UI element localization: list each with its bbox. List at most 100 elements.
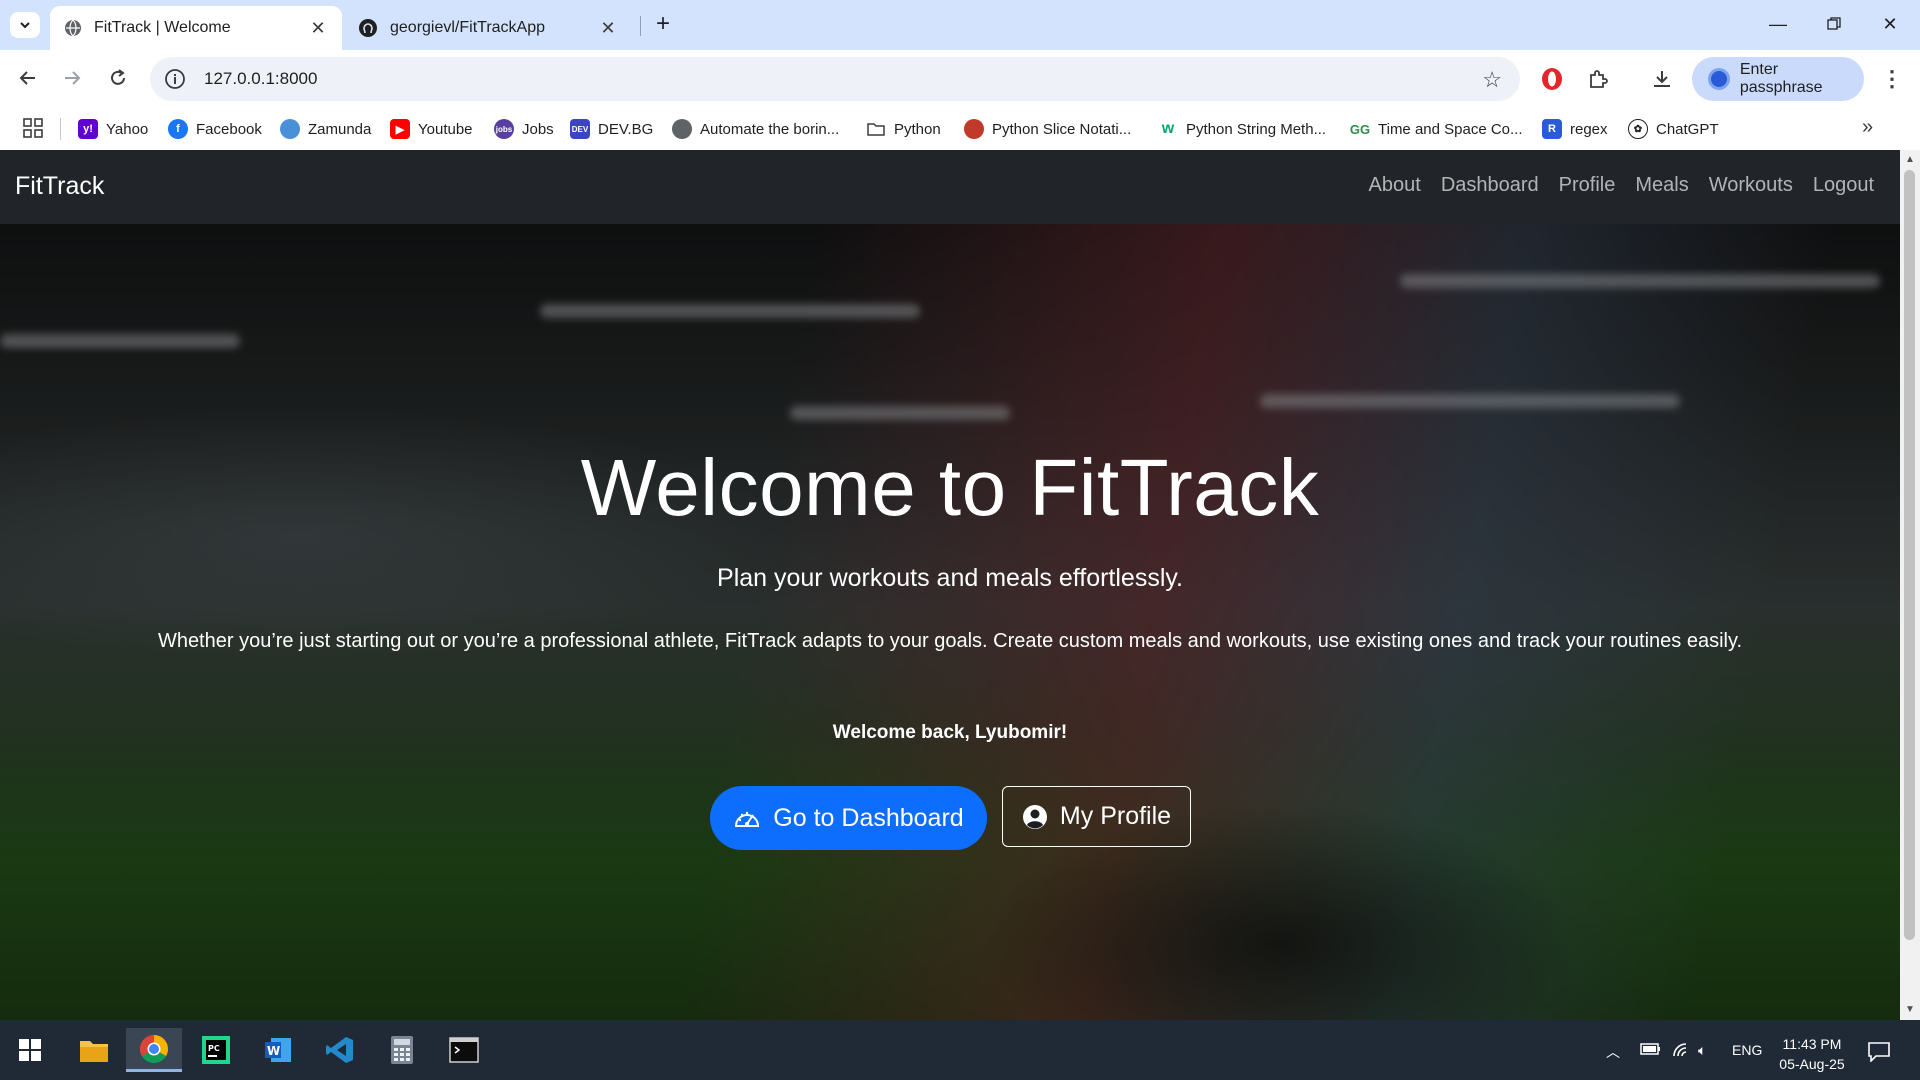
welcome-message: Welcome back, Lyubomir! — [832, 722, 1068, 743]
terminal-icon[interactable] — [436, 1028, 492, 1072]
passphrase-label: Enter passphrase — [1739, 61, 1823, 96]
chrome-icon[interactable] — [126, 1028, 182, 1072]
bookmark-devbg[interactable]: DEV DEV.BG — [570, 116, 653, 142]
word-icon[interactable]: W — [250, 1028, 306, 1072]
download-icon[interactable] — [1648, 65, 1676, 93]
bookmark-zamunda[interactable]: Zamunda — [280, 116, 371, 142]
battery-icon[interactable] — [1640, 1042, 1662, 1059]
bookmark-label: ChatGPT — [1656, 120, 1719, 138]
minimize-icon[interactable]: — — [1758, 10, 1798, 38]
show-hidden-icons-icon[interactable]: ︿ — [1606, 1042, 1620, 1062]
extensions-puzzle-icon[interactable] — [1584, 65, 1612, 93]
notifications-icon[interactable] — [1868, 1042, 1890, 1065]
new-tab-button[interactable]: + — [650, 12, 676, 38]
bookmark-label: regex — [1570, 120, 1608, 138]
language-indicator[interactable]: ENG — [1732, 1042, 1762, 1058]
facebook-icon: f — [168, 119, 188, 139]
slice-icon — [964, 119, 984, 139]
address-bar[interactable]: 127.0.0.1:8000 ☆ — [150, 57, 1520, 101]
bookmark-label: Python String Meth... — [1186, 120, 1327, 138]
globe-icon — [672, 119, 692, 139]
profile-icon — [1708, 68, 1730, 90]
tab-title: georgievl/FitTrackApp — [390, 19, 546, 36]
button-label: Go to Dashboard — [773, 803, 964, 832]
windows-taskbar: PC W ︿ 🔈︎ ENG 11:43 PM 05-Aug-25 — [0, 1020, 1920, 1080]
bookmark-python-slice[interactable]: Python Slice Notati... — [964, 116, 1131, 142]
nav-link-profile[interactable]: Profile — [1559, 174, 1616, 197]
clock-time: 11:43 PM — [1782, 1036, 1842, 1052]
my-profile-button[interactable]: My Profile — [1002, 786, 1191, 847]
restore-icon[interactable] — [1814, 10, 1854, 38]
bookmark-label: Yahoo — [106, 120, 149, 138]
svg-text:PC: PC — [208, 1044, 220, 1053]
tab-fittrack[interactable]: FitTrack | Welcome ✕ — [50, 6, 342, 50]
scroll-down-arrow-icon[interactable]: ▼ — [1905, 1004, 1915, 1015]
yahoo-icon: y! — [78, 119, 98, 139]
hero-title: Welcome to FitTrack — [580, 443, 1320, 532]
system-clock[interactable]: 11:43 PM 05-Aug-25 — [1766, 1034, 1858, 1074]
back-icon[interactable] — [12, 62, 44, 94]
hero-section: Welcome to FitTrack Plan your workouts a… — [0, 224, 1900, 1020]
youtube-icon: ▶ — [390, 119, 410, 139]
devbg-icon: DEV — [570, 119, 590, 139]
globe-icon — [65, 19, 81, 37]
browser-tab-strip: FitTrack | Welcome ✕ georgievl/FitTrackA… — [0, 0, 1920, 50]
bookmark-time-space[interactable]: GG Time and Space Co... — [1350, 116, 1523, 142]
apps-grid-icon[interactable] — [22, 117, 44, 139]
tab-title: FitTrack | Welcome — [94, 19, 231, 36]
nav-link-dashboard[interactable]: Dashboard — [1441, 174, 1539, 197]
scroll-up-arrow-icon[interactable]: ▲ — [1905, 154, 1915, 165]
browser-menu-icon[interactable]: ⋮ — [1880, 64, 1904, 94]
site-brand[interactable]: FitTrack — [15, 172, 104, 201]
close-icon[interactable]: ✕ — [308, 18, 328, 39]
bookmark-facebook[interactable]: f Facebook — [168, 116, 262, 142]
button-label: My Profile — [1059, 802, 1172, 830]
bookmark-chatgpt[interactable]: ✿ ChatGPT — [1628, 116, 1719, 142]
folder-icon — [867, 123, 885, 136]
site-navbar: FitTrack About Dashboard Profile Meals W… — [0, 150, 1900, 224]
volume-icon[interactable]: 🔈︎ — [1698, 1042, 1706, 1059]
profile-passphrase-button[interactable]: Enter passphrase — [1692, 57, 1864, 101]
hero-description: Whether you’re just starting out or you’… — [157, 630, 1743, 652]
hero-lead: Plan your workouts and meals effortlessl… — [717, 564, 1183, 592]
page-scrollbar[interactable]: ▲ ▼ — [1900, 150, 1920, 1020]
pycharm-icon[interactable]: PC — [188, 1028, 244, 1072]
page-viewport: FitTrack About Dashboard Profile Meals W… — [0, 150, 1900, 1020]
user-circle-icon — [1022, 804, 1048, 830]
nav-link-meals[interactable]: Meals — [1635, 174, 1688, 197]
bookmark-label: Facebook — [196, 120, 262, 138]
opera-extension-icon[interactable] — [1538, 65, 1566, 93]
wifi-icon[interactable] — [1672, 1042, 1692, 1061]
reload-icon[interactable] — [102, 62, 134, 94]
nav-link-about[interactable]: About — [1369, 174, 1421, 197]
bookmark-label: Jobs — [522, 120, 554, 138]
bookmark-regex[interactable]: R regex — [1542, 116, 1608, 142]
browser-toolbar: 127.0.0.1:8000 ☆ Enter passphrase ⋮ — [0, 50, 1920, 108]
vscode-icon[interactable] — [312, 1028, 368, 1072]
close-icon[interactable]: ✕ — [598, 18, 618, 39]
nav-link-workouts[interactable]: Workouts — [1709, 174, 1793, 197]
bookmarks-bar: y! Yahoo f Facebook Zamunda ▶ Youtube jo… — [0, 108, 1920, 150]
tab-github[interactable]: georgievl/FitTrackApp ✕ — [344, 6, 632, 50]
bookmark-star-icon[interactable]: ☆ — [1482, 67, 1502, 93]
windows-start-icon[interactable] — [2, 1028, 58, 1072]
go-to-dashboard-button[interactable]: Go to Dashboard — [710, 786, 987, 850]
window-close-icon[interactable]: ✕ — [1870, 10, 1910, 38]
forward-icon[interactable] — [56, 62, 88, 94]
svg-text:W: W — [267, 1044, 280, 1058]
bookmark-label: Python Slice Notati... — [992, 120, 1132, 138]
scrollbar-thumb[interactable] — [1904, 170, 1915, 940]
file-explorer-icon[interactable] — [66, 1028, 122, 1072]
nav-link-logout[interactable]: Logout — [1813, 174, 1874, 197]
bookmark-folder-python[interactable]: Python — [866, 116, 941, 142]
tab-separator — [640, 16, 641, 36]
bookmark-yahoo[interactable]: y! Yahoo — [78, 116, 148, 142]
tab-search-button[interactable] — [10, 12, 40, 38]
bookmark-youtube[interactable]: ▶ Youtube — [390, 116, 473, 142]
site-info-icon[interactable] — [164, 68, 186, 90]
bookmark-python-string[interactable]: w Python String Meth... — [1158, 116, 1326, 142]
calculator-icon[interactable] — [374, 1028, 430, 1072]
bookmark-automate[interactable]: Automate the borin... — [672, 116, 839, 142]
bookmark-jobs[interactable]: jobs Jobs — [494, 116, 554, 142]
more-bookmarks-icon[interactable]: » — [1862, 116, 1873, 139]
